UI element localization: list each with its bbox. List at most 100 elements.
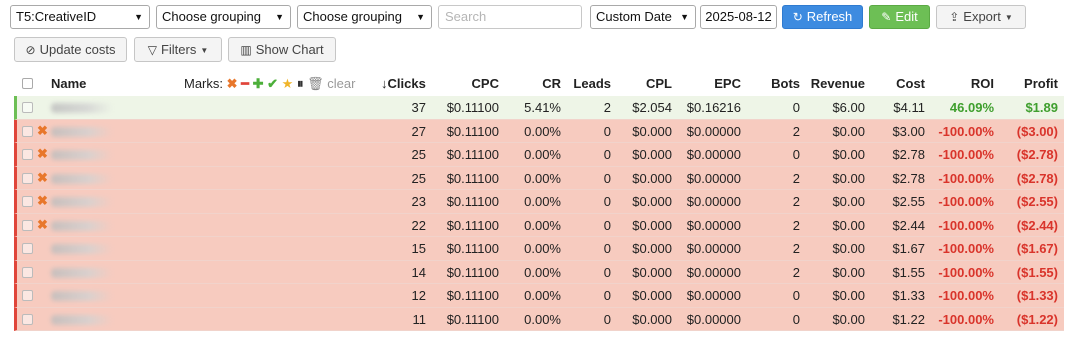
header-cpc[interactable]: CPC — [472, 76, 499, 91]
cell-cr: 0.00% — [524, 147, 561, 162]
header-revenue[interactable]: Revenue — [811, 76, 865, 91]
export-button[interactable]: ⇪ Export ▼ — [936, 5, 1026, 29]
cell-cost: $1.22 — [892, 311, 925, 327]
header-bots[interactable]: Bots — [771, 76, 800, 91]
cell-epc: $0.00000 — [686, 147, 741, 162]
row-checkbox[interactable] — [22, 290, 33, 301]
cell-bots: 2 — [792, 264, 800, 280]
refresh-button[interactable]: ↻ Refresh — [782, 5, 863, 29]
search-input[interactable]: Search — [438, 5, 582, 29]
row-checkbox[interactable] — [22, 266, 33, 278]
grouping-select-3[interactable]: Choose grouping ▼ — [297, 5, 432, 29]
refresh-label: Refresh — [806, 9, 853, 24]
cell-roi: -100.00% — [938, 123, 994, 139]
x-mark-icon[interactable]: ✖ — [37, 170, 48, 186]
grouping-select-1[interactable]: T5:CreativeID ▼ — [10, 5, 150, 29]
cell-cr: 0.00% — [524, 170, 561, 186]
creative-name-redacted — [51, 220, 113, 231]
cell-cpc: $0.11100 — [446, 288, 499, 303]
x-mark-icon[interactable]: ✖ — [37, 123, 48, 139]
date-range-value: Custom Date — [596, 9, 672, 24]
header-name[interactable]: Name — [51, 76, 86, 91]
mark-check-icon[interactable]: ✔ — [267, 76, 278, 91]
x-mark-icon[interactable]: ✖ — [37, 193, 48, 209]
cell-clicks: 22 — [411, 217, 426, 233]
mark-star-icon[interactable]: ★ — [282, 76, 294, 91]
marks-clear-link[interactable]: clear — [327, 76, 355, 91]
cell-bots: 2 — [792, 217, 800, 233]
cell-cost: $1.33 — [892, 288, 925, 303]
header-cpl[interactable]: CPL — [646, 76, 672, 91]
cell-cpc: $0.11100 — [446, 100, 499, 115]
table-row[interactable]: ✖ 22 $0.11100 0.00% 0 $0.000 $0.00000 2 … — [14, 213, 1064, 237]
header-profit[interactable]: Profit — [1024, 76, 1058, 91]
grouping-select-2[interactable]: Choose grouping ▼ — [156, 5, 291, 29]
edit-button[interactable]: ✎ Edit — [869, 5, 930, 29]
export-icon: ⇪ — [949, 10, 960, 24]
update-costs-button[interactable]: ⊘ Update costs — [14, 37, 127, 62]
x-mark-icon[interactable]: ✖ — [37, 217, 48, 233]
cell-profit: ($1.67) — [1016, 241, 1058, 256]
cell-epc: $0.00000 — [686, 194, 741, 209]
mark-pause-icon[interactable]: ⏸ — [297, 76, 304, 91]
row-checkbox[interactable] — [22, 102, 33, 113]
table-row[interactable]: 11 $0.11100 0.00% 0 $0.000 $0.00000 0 $0… — [14, 307, 1064, 331]
row-checkbox[interactable] — [22, 219, 33, 231]
trash-icon[interactable]: 🗑 — [307, 76, 324, 91]
cell-cost: $2.78 — [892, 147, 925, 162]
table-row[interactable]: ✖ 25 $0.11100 0.00% 0 $0.000 $0.00000 2 … — [14, 166, 1064, 190]
header-clicks[interactable]: ↓Clicks — [381, 76, 426, 91]
refresh-icon: ↻ — [792, 10, 803, 24]
filters-label: Filters — [160, 42, 197, 57]
header-leads[interactable]: Leads — [573, 76, 611, 91]
cell-cost: $1.67 — [892, 241, 925, 256]
header-cr[interactable]: CR — [542, 76, 561, 91]
row-checkbox[interactable] — [22, 243, 33, 254]
table-row[interactable]: 15 $0.11100 0.00% 0 $0.000 $0.00000 2 $0… — [14, 237, 1064, 261]
cell-clicks: 23 — [411, 194, 426, 209]
cell-cpc: $0.11100 — [446, 194, 499, 209]
show-chart-label: Show Chart — [255, 42, 324, 57]
cell-clicks: 25 — [411, 147, 426, 162]
filters-button[interactable]: ▽ Filters ▼ — [134, 37, 222, 62]
row-checkbox[interactable] — [22, 313, 33, 325]
header-epc[interactable]: EPC — [714, 76, 741, 91]
mark-plus-icon[interactable]: ✚ — [253, 76, 264, 91]
cell-cr: 5.41% — [524, 100, 561, 115]
table-row[interactable]: 12 $0.11100 0.00% 0 $0.000 $0.00000 0 $0… — [14, 284, 1064, 308]
cell-cr: 0.00% — [524, 123, 561, 139]
cell-profit: ($2.55) — [1016, 194, 1058, 209]
header-marks: Marks: ✖ ━ ✚ ✔ ★ ⏸ 🗑 clear — [184, 76, 355, 92]
cell-cost: $1.55 — [892, 264, 925, 280]
table-row[interactable]: ✖ 23 $0.11100 0.00% 0 $0.000 $0.00000 2 … — [14, 190, 1064, 214]
cell-cr: 0.00% — [524, 241, 561, 256]
select-all-checkbox[interactable] — [22, 78, 33, 89]
cell-clicks: 25 — [411, 170, 426, 186]
cell-epc: $0.00000 — [686, 241, 741, 256]
cell-profit: $1.89 — [1025, 100, 1058, 115]
show-chart-button[interactable]: ▥ Show Chart — [228, 37, 336, 62]
table-row[interactable]: 14 $0.11100 0.00% 0 $0.000 $0.00000 2 $0… — [14, 260, 1064, 284]
table-row[interactable]: 37 $0.11100 5.41% 2 $2.054 $0.16216 0 $6… — [14, 96, 1064, 120]
cell-cost: $2.55 — [892, 194, 925, 209]
date-input[interactable]: 2025-08-12 — [700, 5, 777, 29]
date-range-select[interactable]: Custom Date ▼ — [590, 5, 696, 29]
header-roi[interactable]: ROI — [971, 76, 994, 91]
mark-minus-icon[interactable]: ━ — [241, 76, 249, 91]
table-header: Name Marks: ✖ ━ ✚ ✔ ★ ⏸ 🗑 clear ↓Clicks … — [14, 70, 1064, 96]
cell-cpl: $0.000 — [632, 170, 672, 186]
table-row[interactable]: ✖ 27 $0.11100 0.00% 0 $0.000 $0.00000 2 … — [14, 119, 1064, 143]
row-checkbox[interactable] — [22, 149, 33, 160]
pencil-icon: ✎ — [881, 10, 892, 24]
x-mark-icon[interactable]: ✖ — [37, 146, 48, 162]
cell-cr: 0.00% — [524, 217, 561, 233]
cell-cost: $2.78 — [892, 170, 925, 186]
mark-x-icon[interactable]: ✖ — [227, 76, 238, 91]
cell-cr: 0.00% — [524, 311, 561, 327]
cell-cost: $2.44 — [892, 217, 925, 233]
table-row[interactable]: ✖ 25 $0.11100 0.00% 0 $0.000 $0.00000 0 … — [14, 143, 1064, 167]
row-checkbox[interactable] — [22, 125, 33, 137]
row-checkbox[interactable] — [22, 196, 33, 207]
row-checkbox[interactable] — [22, 172, 33, 184]
header-cost[interactable]: Cost — [896, 76, 925, 91]
